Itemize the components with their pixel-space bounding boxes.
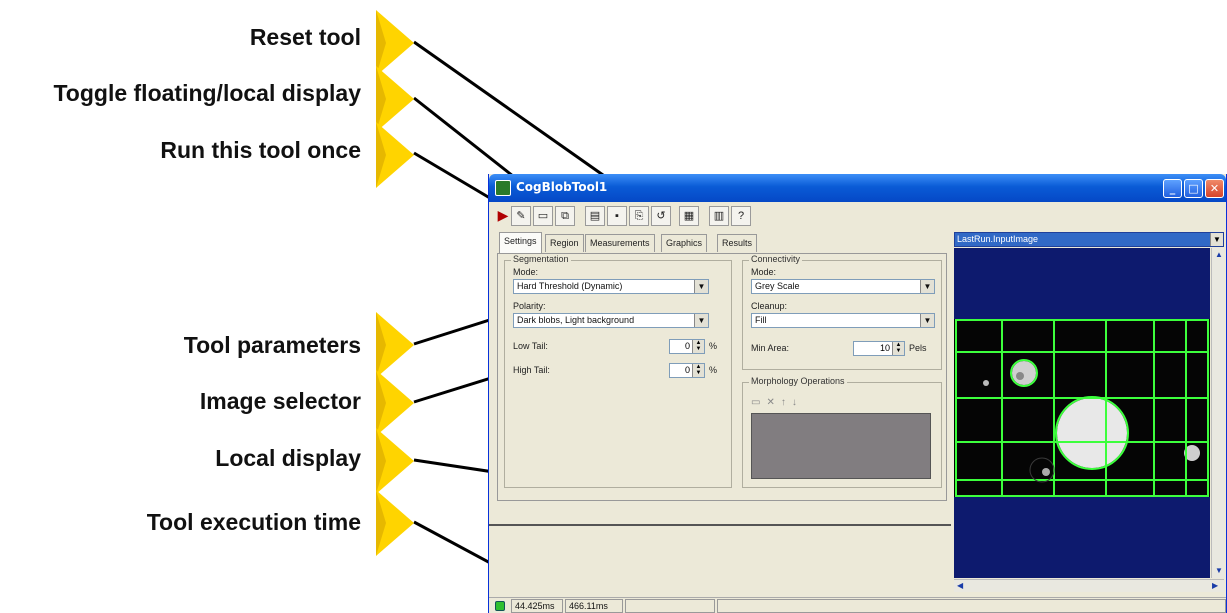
- connectivity-title: Connectivity: [749, 254, 803, 264]
- high-tail-label: High Tail:: [513, 365, 550, 375]
- status-cell-empty: [625, 599, 715, 613]
- high-tail-stepper[interactable]: 0 ▲ ▼: [669, 363, 705, 378]
- edit-icon[interactable]: ✎: [511, 206, 531, 226]
- last-run-time: 44.425ms: [511, 599, 563, 613]
- callout-toggle-display: Toggle floating/local display: [53, 80, 361, 106]
- callout-run-once: Run this tool once: [160, 137, 361, 163]
- low-tail-value: 0: [684, 341, 690, 351]
- morphology-title: Morphology Operations: [749, 376, 847, 386]
- low-tail-unit: %: [709, 341, 718, 351]
- lower-area: [489, 524, 951, 596]
- conn-mode-select[interactable]: Grey Scale ▼: [751, 279, 935, 294]
- chevron-down-icon[interactable]: ▼: [1210, 233, 1223, 246]
- add-icon[interactable]: ▭: [751, 397, 766, 408]
- app-icon: [495, 180, 511, 196]
- callout-execution-time: Tool execution time: [146, 509, 361, 535]
- move-down-icon[interactable]: ↓: [792, 397, 803, 408]
- window-title: CogBlobTool1: [516, 180, 608, 194]
- display-icon[interactable]: ▭: [533, 206, 553, 226]
- min-area-value: 10: [879, 343, 890, 353]
- callout-local-display: Local display: [215, 445, 361, 471]
- copy-icon[interactable]: ⎘: [629, 206, 649, 226]
- scroll-right-icon[interactable]: ▶: [1212, 581, 1218, 590]
- cog-blob-tool-window: CogBlobTool1 _ □ ✕ ▶ ✎ ▭ ⧉ ▤ ▪ ⎘ ↺ ▦ ▥ ?…: [488, 174, 1227, 613]
- close-button[interactable]: ✕: [1205, 179, 1224, 198]
- callout-arrow-icon: [376, 122, 414, 188]
- callout-image-selector: Image selector: [199, 388, 361, 414]
- min-area-label: Min Area:: [751, 343, 790, 353]
- tab-results[interactable]: Results: [717, 234, 758, 252]
- float-icon[interactable]: ⧉: [555, 206, 575, 226]
- morphology-group: Morphology Operations ▭✕↑↓: [742, 376, 942, 488]
- save-icon[interactable]: ▪: [607, 206, 627, 226]
- image-selector-value: LastRun.InputImage: [957, 234, 1039, 244]
- low-tail-stepper[interactable]: 0 ▲ ▼: [669, 339, 705, 354]
- settings-panel: Segmentation Mode: Hard Threshold (Dynam…: [497, 253, 947, 501]
- cleanup-label: Cleanup:: [751, 301, 788, 311]
- horizontal-scrollbar[interactable]: ◀ ▶: [954, 579, 1224, 592]
- high-tail-unit: %: [709, 365, 718, 375]
- high-tail-value: 0: [684, 365, 690, 375]
- help-icon[interactable]: ?: [731, 206, 751, 226]
- morphology-toolbar: ▭✕↑↓: [751, 397, 803, 408]
- chevron-down-icon[interactable]: ▼: [920, 314, 934, 327]
- scroll-down-icon[interactable]: ▼: [1215, 566, 1223, 575]
- spin-arrows-icon[interactable]: ▲ ▼: [692, 364, 704, 377]
- run-icon[interactable]: ▶: [493, 206, 513, 226]
- conn-mode-label: Mode:: [751, 267, 777, 277]
- blob-image: [954, 319, 1210, 497]
- connectivity-group: Connectivity Mode: Grey Scale ▼ Cleanup:…: [742, 254, 942, 370]
- vertical-scrollbar[interactable]: ▲ ▼: [1211, 248, 1224, 578]
- reset-icon[interactable]: ↺: [651, 206, 671, 226]
- spin-arrows-icon[interactable]: ▲ ▼: [692, 340, 704, 353]
- seg-mode-select[interactable]: Hard Threshold (Dynamic) ▼: [513, 279, 709, 294]
- min-area-unit: Pels: [909, 343, 927, 353]
- polarity-label: Polarity:: [513, 301, 546, 311]
- polarity-select[interactable]: Dark blobs, Light background ▼: [513, 313, 709, 328]
- status-indicator-icon: [495, 601, 505, 611]
- maximize-button[interactable]: □: [1184, 179, 1203, 198]
- cleanup-select[interactable]: Fill ▼: [751, 313, 935, 328]
- minimize-button[interactable]: _: [1163, 179, 1182, 198]
- local-display[interactable]: [954, 248, 1210, 578]
- tab-measurements[interactable]: Measurements: [585, 234, 655, 252]
- callout-arrow-icon: [376, 490, 414, 556]
- title-bar[interactable]: CogBlobTool1 _ □ ✕: [489, 174, 1226, 202]
- polarity-value: Dark blobs, Light background: [517, 315, 635, 325]
- chevron-down-icon[interactable]: ▼: [694, 280, 708, 293]
- callout-tool-parameters: Tool parameters: [183, 332, 361, 358]
- chevron-down-icon[interactable]: ▼: [694, 314, 708, 327]
- chevron-down-icon[interactable]: ▼: [920, 280, 934, 293]
- tab-settings[interactable]: Settings: [499, 232, 542, 253]
- toolbar: ▶ ✎ ▭ ⧉ ▤ ▪ ⎘ ↺ ▦ ▥ ?: [493, 204, 793, 228]
- scroll-up-icon[interactable]: ▲: [1215, 250, 1223, 259]
- callout-arrow-icon: [376, 428, 414, 494]
- move-up-icon[interactable]: ↑: [781, 397, 792, 408]
- tab-graphics[interactable]: Graphics: [661, 234, 708, 252]
- grid-icon[interactable]: ▦: [679, 206, 699, 226]
- cleanup-value: Fill: [755, 315, 767, 325]
- callout-reset-tool: Reset tool: [249, 24, 361, 50]
- chart-icon[interactable]: ▥: [709, 206, 729, 226]
- tab-region[interactable]: Region: [545, 234, 584, 252]
- seg-mode-label: Mode:: [513, 267, 539, 277]
- scroll-left-icon[interactable]: ◀: [957, 581, 963, 590]
- morphology-list[interactable]: [751, 413, 931, 479]
- segmentation-title: Segmentation: [511, 254, 571, 264]
- image-selector[interactable]: LastRun.InputImage ▼: [954, 232, 1224, 247]
- status-bar: 44.425ms 466.11ms: [489, 597, 1226, 613]
- spin-arrows-icon[interactable]: ▲ ▼: [892, 342, 904, 355]
- conn-mode-value: Grey Scale: [755, 281, 800, 291]
- callout-arrow-icon: [376, 370, 414, 436]
- segmentation-group: Segmentation Mode: Hard Threshold (Dynam…: [504, 254, 732, 488]
- delete-icon[interactable]: ✕: [766, 397, 780, 408]
- low-tail-label: Low Tail:: [513, 341, 548, 351]
- seg-mode-value: Hard Threshold (Dynamic): [517, 281, 623, 291]
- callout-arrow-icon: [376, 312, 414, 378]
- status-cell-empty: [717, 599, 1226, 613]
- min-area-stepper[interactable]: 10 ▲ ▼: [853, 341, 905, 356]
- total-run-time: 466.11ms: [565, 599, 623, 613]
- open-icon[interactable]: ▤: [585, 206, 605, 226]
